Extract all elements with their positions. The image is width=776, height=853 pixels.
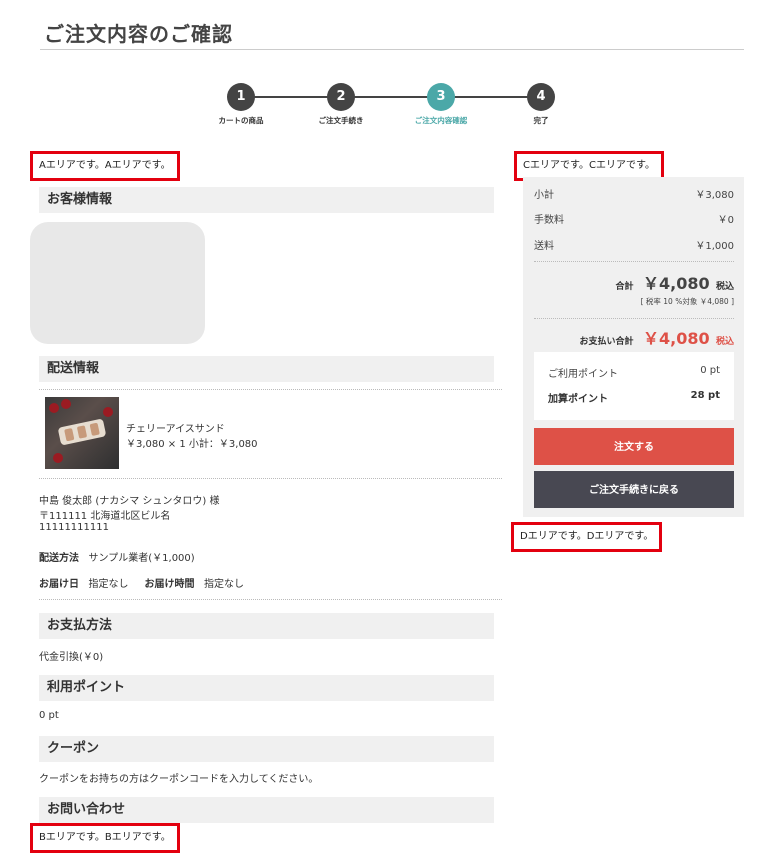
recipient-address: 〒111111 北海道北区ビル名 [39, 511, 171, 522]
points-box [534, 352, 734, 420]
step-confirm: 3 ご注文内容確認 [386, 83, 496, 126]
step-cart: 1 カートの商品 [186, 83, 296, 126]
delivery-date-value: 指定なし [88, 579, 129, 590]
fee-row: 手数料 ￥0 [534, 211, 734, 226]
divider [534, 318, 734, 319]
use-points-row: ご利用ポイント 0 pt [548, 365, 720, 380]
title-divider [40, 49, 744, 50]
payment-total-value: ￥4,080 [643, 329, 710, 348]
subtotal-row: 小計 ￥3,080 [534, 186, 734, 201]
page-title: ご注文内容のご確認 [44, 22, 233, 46]
area-b: Bエリアです。Bエリアです。 [30, 823, 180, 853]
delivery-method-label: 配送方法 [39, 553, 79, 564]
use-points-value: 0 pt [700, 365, 720, 376]
area-a: Aエリアです。Aエリアです。 [30, 151, 180, 181]
add-points-value: 28 pt [690, 390, 720, 401]
total-label: 合計 [615, 282, 634, 292]
payment-total-label: お支払い合計 [579, 337, 634, 347]
divider [39, 599, 502, 600]
divider [39, 478, 502, 479]
use-points-label: ご利用ポイント [548, 369, 618, 380]
delivery-time-label: お届け時間 [144, 579, 195, 590]
delivery-method: 配送方法 サンプル業者(￥1,000) [39, 549, 195, 564]
step-number: 3 [427, 83, 455, 111]
recipient-name: 中島 俊太郎 (ナカシマ シュンタロウ) 様 [39, 496, 220, 507]
payment-total-row: お支払い合計 ￥4,080 税込 [534, 325, 734, 348]
delivery-time-value: 指定なし [204, 579, 244, 590]
payment-value: 代金引換(￥0) [39, 652, 104, 663]
product-thumbnail-icon [45, 397, 119, 469]
divider [534, 261, 734, 262]
total-row: 合計 ￥4,080 税込 [534, 270, 734, 293]
customer-heading: お客様情報 [39, 187, 494, 213]
customer-info-placeholder [30, 222, 205, 344]
shipping-value: ￥1,000 [695, 241, 734, 252]
product-name: チェリーアイスサンド [126, 424, 225, 435]
step-label: ご注文手続き [318, 116, 364, 125]
area-d: Dエリアです。Dエリアです。 [511, 522, 663, 552]
order-button[interactable]: 注文する [534, 428, 734, 465]
shipping-row: 送料 ￥1,000 [534, 237, 734, 252]
back-to-procedure-button[interactable]: ご注文手続きに戻る [534, 471, 734, 508]
divider [39, 389, 502, 390]
points-value: 0 pt [39, 710, 59, 721]
coupon-text: クーポンをお持ちの方はクーポンコードを入力してください。 [39, 774, 319, 785]
step-complete: 4 完了 [486, 83, 596, 126]
step-number: 1 [227, 83, 255, 111]
add-points-row: 加算ポイント 28 pt [548, 390, 720, 405]
tax-note: [ 税率 10 %対象 ￥4,080 ] [640, 297, 734, 306]
delivery-heading: 配送情報 [39, 356, 494, 382]
step-number: 4 [527, 83, 555, 111]
inquiry-heading: お問い合わせ [39, 797, 494, 823]
subtotal-value: ￥3,080 [695, 190, 734, 201]
product-price: ￥3,080 × 1 小計：￥3,080 [126, 439, 258, 450]
step-label: 完了 [533, 116, 549, 125]
points-heading: 利用ポイント [39, 675, 494, 701]
delivery-date-label: お届け日 [39, 579, 79, 590]
shipping-label: 送料 [534, 241, 554, 252]
step-label: ご注文内容確認 [414, 116, 468, 125]
coupon-heading: クーポン [39, 736, 494, 762]
add-points-label: 加算ポイント [548, 394, 608, 405]
step-number: 2 [327, 83, 355, 111]
total-tax-label: 税込 [715, 282, 734, 292]
delivery-date-time: お届け日 指定なし お届け時間 指定なし [39, 575, 244, 590]
subtotal-label: 小計 [534, 190, 554, 201]
payment-tax-label: 税込 [715, 337, 734, 347]
delivery-method-value: サンプル業者(￥1,000) [88, 553, 195, 564]
fee-label: 手数料 [534, 215, 564, 226]
step-label: カートの商品 [218, 116, 264, 125]
step-procedure: 2 ご注文手続き [286, 83, 396, 126]
fee-value: ￥0 [717, 215, 734, 226]
recipient-phone: 11111111111 [39, 522, 109, 533]
total-value: ￥4,080 [643, 274, 710, 293]
payment-heading: お支払方法 [39, 613, 494, 639]
